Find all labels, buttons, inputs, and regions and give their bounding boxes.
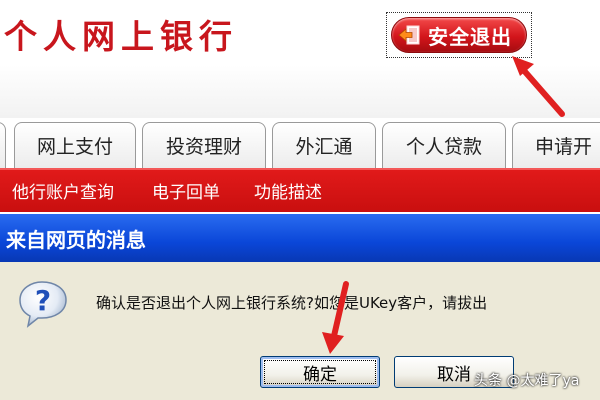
tab-investment[interactable]: 投资理财 xyxy=(142,122,266,168)
tab-label: 个人贷款 xyxy=(405,136,482,158)
tab-apply[interactable]: 申请开 xyxy=(512,122,600,168)
tab-label: 申请开 xyxy=(535,136,593,158)
sub-navigation: 他行账户查询 电子回单 功能描述 xyxy=(0,168,600,212)
subnav-e-receipt[interactable]: 电子回单 xyxy=(152,178,220,203)
bank-title: 个人网上银行 xyxy=(4,17,238,56)
main-tabs: 网上支付 投资理财 外汇通 个人贷款 申请开 xyxy=(0,122,600,168)
logout-button[interactable]: 安全退出 xyxy=(391,17,527,53)
dialog-message: 确认是否退出个人网上银行系统?如您是UKey客户，请拔出 xyxy=(96,294,488,312)
logout-label: 安全退出 xyxy=(428,24,512,49)
question-icon: ? xyxy=(19,281,67,328)
logout-focus-frame: 安全退出 xyxy=(386,12,532,58)
tab-personal-loan[interactable]: 个人贷款 xyxy=(382,122,506,168)
tab-online-payment[interactable]: 网上支付 xyxy=(14,122,136,168)
tab-label: 网上支付 xyxy=(36,136,113,158)
ok-button[interactable]: 确定 xyxy=(260,356,380,388)
watermark: 头条 @太难了ya xyxy=(474,373,580,389)
tab-forex[interactable]: 外汇通 xyxy=(272,122,376,168)
subnav-function-description[interactable]: 功能描述 xyxy=(254,178,322,203)
svg-text:?: ? xyxy=(35,284,51,317)
tab-partial-left[interactable] xyxy=(0,122,6,168)
dialog-title: 来自网页的消息 xyxy=(6,228,146,252)
cancel-button-label: 取消 xyxy=(437,364,471,385)
ok-button-label: 确定 xyxy=(303,364,337,385)
dialog-titlebar[interactable]: 来自网页的消息 xyxy=(0,214,600,262)
exit-door-icon xyxy=(398,25,420,45)
header: 个人网上银行 安全退出 xyxy=(0,0,600,118)
tab-label: 投资理财 xyxy=(165,136,242,158)
tab-label: 外汇通 xyxy=(295,136,353,158)
subnav-other-bank-query[interactable]: 他行账户查询 xyxy=(12,178,114,203)
